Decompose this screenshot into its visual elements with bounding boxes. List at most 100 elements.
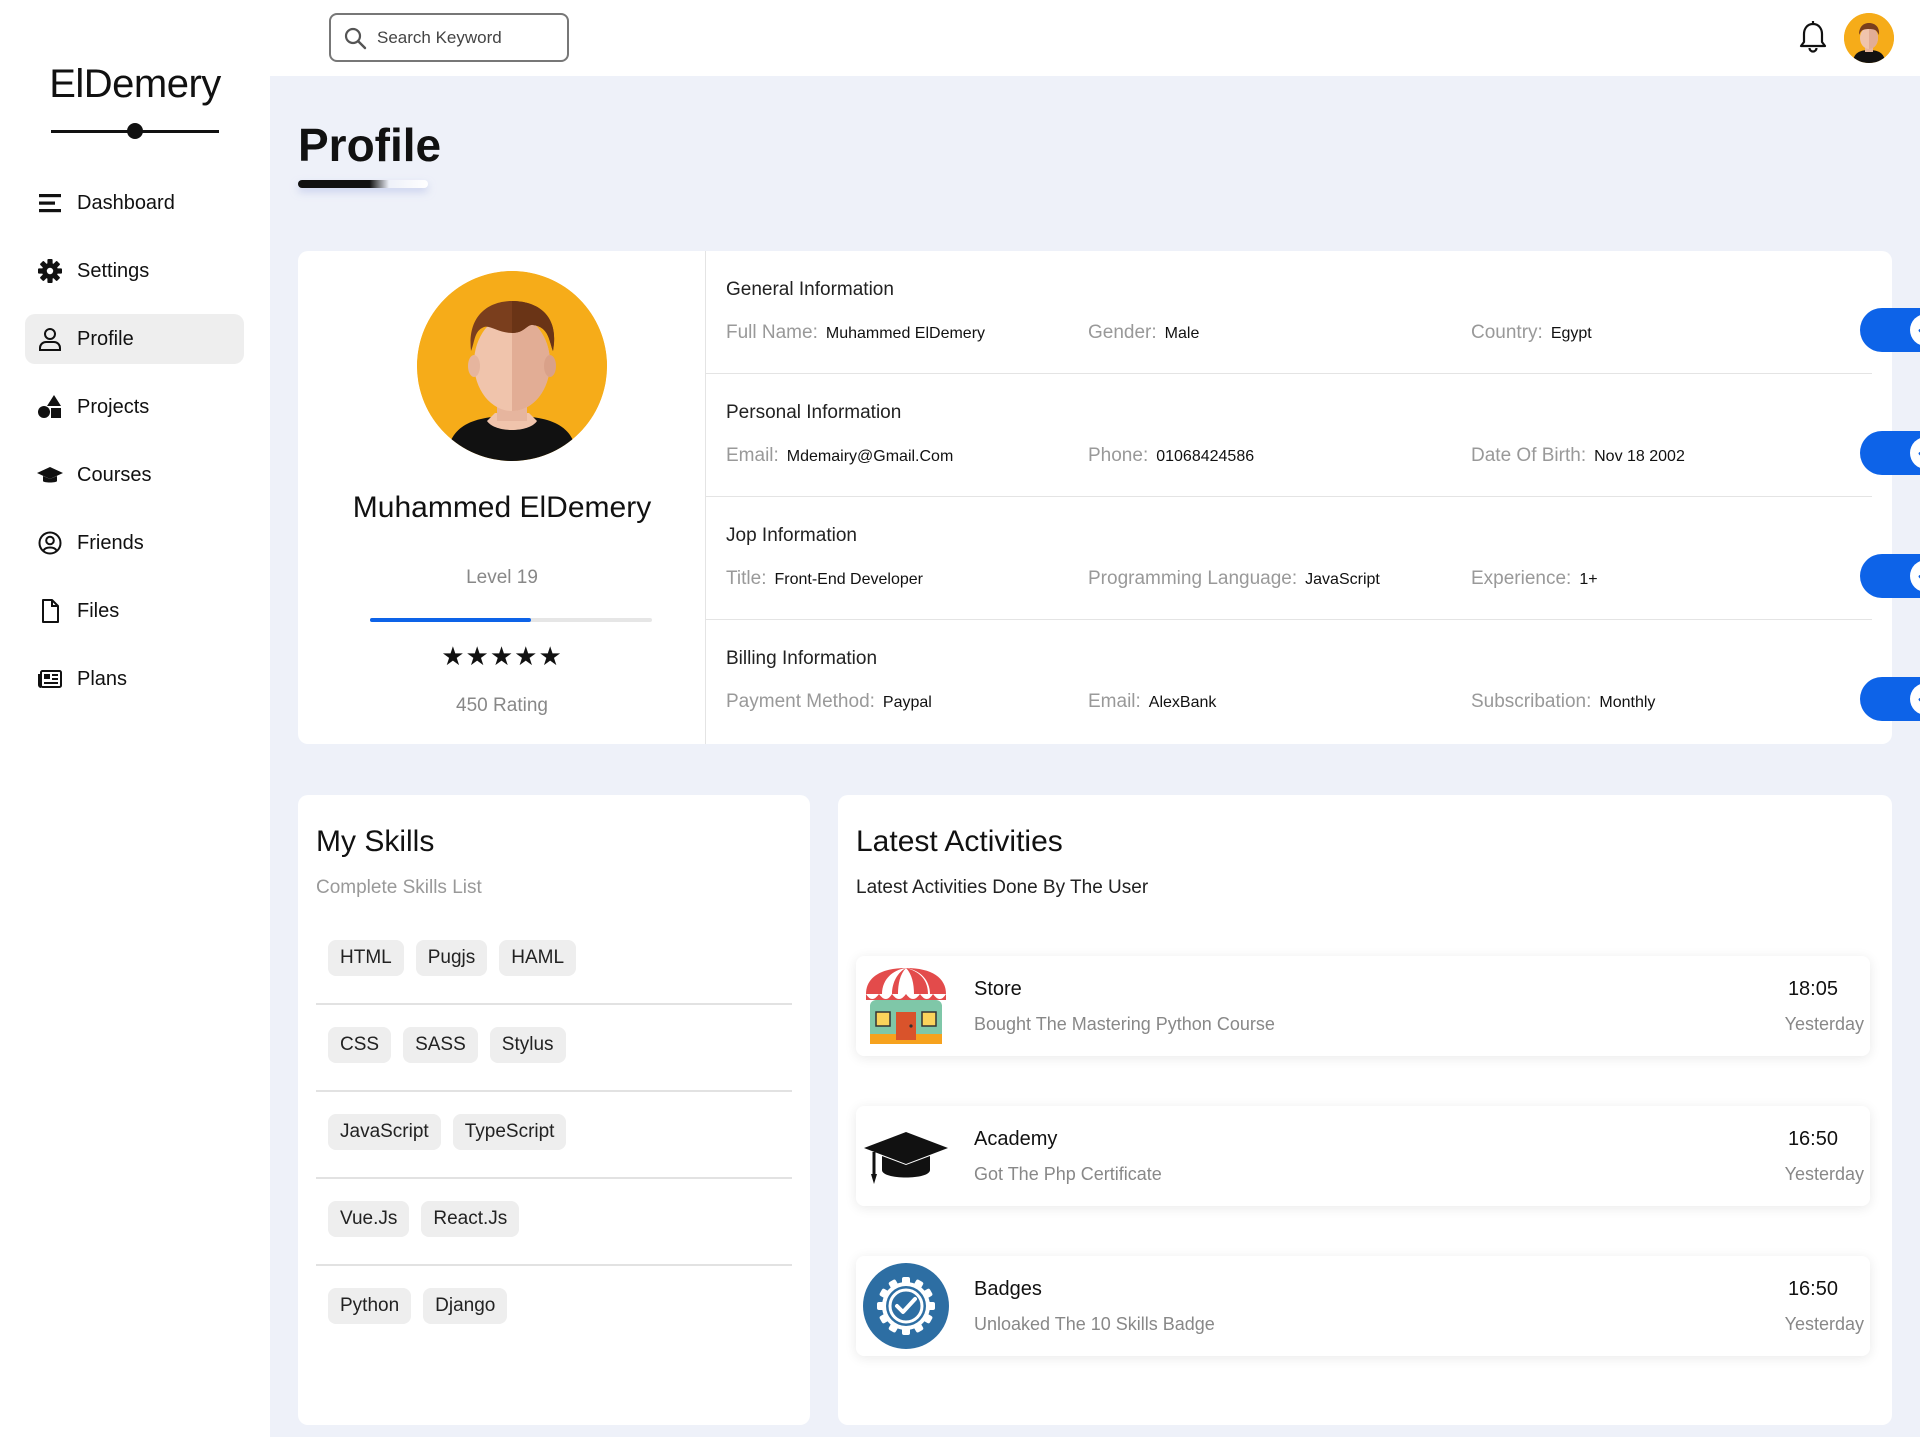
sidebar-item-settings[interactable]: Settings [25, 246, 244, 296]
search-box[interactable] [329, 13, 569, 62]
activity-time: 16:50 [1787, 1278, 1838, 1300]
skill-tag[interactable]: Django [423, 1288, 508, 1324]
level-progress-bar [370, 618, 652, 622]
section-toggle[interactable] [1860, 431, 1920, 475]
skill-tag[interactable]: Pugjs [415, 940, 488, 976]
skill-tag[interactable]: HAML [499, 940, 577, 976]
field-label: Date Of Birth: [1471, 445, 1587, 466]
activity-day: Yesterday [1784, 1014, 1864, 1034]
skill-tag[interactable]: SASS [403, 1027, 478, 1063]
info-field: Payment Method: Paypal [726, 691, 932, 713]
sidebar-item-label: Plans [77, 667, 128, 690]
info-section-billing: Billing Information Payment Method: Paypa… [706, 620, 1920, 743]
skill-tag[interactable]: TypeScript [452, 1114, 567, 1150]
info-section-title: General Information [726, 279, 894, 300]
graduation-cap-icon [37, 462, 63, 488]
field-value: Paypal [882, 694, 932, 711]
activity-day: Yesterday [1784, 1164, 1864, 1184]
search-input[interactable] [377, 27, 547, 48]
activity-item[interactable]: Store Bought The Mastering Python Course… [856, 956, 1870, 1056]
field-value: AlexBank [1148, 694, 1217, 711]
sidebar-item-projects[interactable]: Projects [25, 382, 244, 432]
field-value: Monthly [1599, 694, 1656, 711]
info-section-general: General Information Full Name: Muhammed E… [706, 251, 1920, 374]
activity-name: Badges [974, 1278, 1042, 1300]
sidebar-item-label: Projects [77, 395, 150, 418]
info-section-job: Jop Information Title: Front-End Develope… [706, 497, 1920, 620]
field-value: Male [1164, 325, 1200, 342]
skill-tag[interactable]: JavaScript [328, 1114, 441, 1150]
section-toggle[interactable] [1860, 308, 1920, 352]
sidebar-item-label: Dashboard [77, 191, 175, 214]
info-field: Experience: 1+ [1471, 568, 1598, 590]
sidebar-item-courses[interactable]: Courses [25, 450, 244, 500]
check-icon [1918, 329, 1920, 333]
activities-card: Latest Activities Latest Activities Done… [838, 795, 1892, 1425]
check-icon [1918, 452, 1920, 456]
file-icon [37, 598, 63, 624]
toggle-knob [1910, 437, 1920, 469]
skill-tag[interactable]: HTML [328, 940, 404, 976]
newspaper-icon [37, 666, 63, 692]
sidebar-item-label: Friends [77, 531, 144, 554]
field-label: Country: [1471, 322, 1543, 343]
sidebar-item-plans[interactable]: Plans [25, 654, 244, 704]
activity-time: 16:50 [1787, 1128, 1838, 1150]
activity-item[interactable]: Badges Unloaked The 10 Skills Badge 16:5… [856, 1256, 1870, 1356]
sidebar-item-files[interactable]: Files [25, 586, 244, 636]
user-avatar[interactable] [1844, 13, 1894, 63]
store-icon [862, 962, 950, 1050]
info-field: Title: Front-End Developer [726, 568, 923, 590]
search-icon [344, 27, 367, 49]
app-logo[interactable]: ElDemery [0, 62, 270, 107]
profile-level: Level 19 [466, 567, 538, 588]
bell-icon[interactable] [1798, 20, 1828, 54]
activity-desc: Got The Php Certificate [974, 1164, 1162, 1184]
sidebar-item-dashboard[interactable]: Dashboard [25, 178, 244, 228]
field-value: JavaScript [1305, 571, 1380, 588]
user-icon [37, 326, 63, 352]
profile-avatar [417, 271, 607, 461]
level-progress-fill [370, 618, 531, 622]
field-label: Full Name: [726, 322, 818, 343]
skill-tag[interactable]: Vue.Js [328, 1201, 410, 1237]
info-field: Phone: 01068424586 [1088, 445, 1254, 467]
gear-icon [37, 258, 63, 284]
field-label: Payment Method: [726, 691, 875, 712]
sidebar-item-label: Profile [77, 327, 134, 350]
field-label: Email: [726, 445, 779, 466]
profile-info: General Information Full Name: Muhammed E… [706, 251, 1920, 743]
check-icon [1918, 698, 1920, 702]
field-label: Subscribation: [1471, 691, 1592, 712]
profile-card: Muhammed ElDemery Level 19 ★★★★★ 450 Rat… [298, 251, 1920, 744]
skill-row: CSS SASS Stylus [316, 1005, 792, 1092]
rating-stars: ★★★★★ [441, 641, 563, 671]
check-icon [1918, 575, 1920, 579]
section-toggle[interactable] [1860, 554, 1920, 598]
skill-tag[interactable]: Stylus [489, 1027, 566, 1063]
skills-subtitle: Complete Skills List [316, 877, 482, 898]
field-value: Nov 18 2002 [1594, 448, 1685, 465]
field-value: 01068424586 [1156, 448, 1255, 465]
sidebar-item-profile[interactable]: Profile [25, 314, 244, 364]
skill-tag[interactable]: Python [328, 1288, 412, 1324]
title-underline [298, 180, 428, 188]
info-section-title: Personal Information [726, 402, 902, 423]
info-field: Country: Egypt [1471, 322, 1592, 344]
profile-name: Muhammed ElDemery [352, 491, 652, 524]
info-section-title: Billing Information [726, 648, 878, 669]
page-title: Profile [298, 119, 442, 171]
section-toggle[interactable] [1860, 677, 1920, 721]
sidebar-item-friends[interactable]: Friends [25, 518, 244, 568]
topbar [270, 0, 1920, 76]
skills-title: My Skills [316, 825, 435, 858]
skill-tag[interactable]: React.Js [421, 1201, 520, 1237]
info-field: Email: AlexBank [1088, 691, 1216, 713]
sidebar-nav: Dashboard Settings Profile Projects Cour… [25, 178, 244, 722]
skill-row: Python Django [316, 1266, 792, 1353]
field-label: Gender: [1088, 322, 1157, 343]
sidebar: ElDemery Dashboard Settings Profile Proj… [0, 0, 270, 1437]
skill-tag[interactable]: CSS [328, 1027, 392, 1063]
activity-item[interactable]: Academy Got The Php Certificate 16:50 Ye… [856, 1106, 1870, 1206]
activities-subtitle: Latest Activities Done By The User [856, 877, 1149, 898]
